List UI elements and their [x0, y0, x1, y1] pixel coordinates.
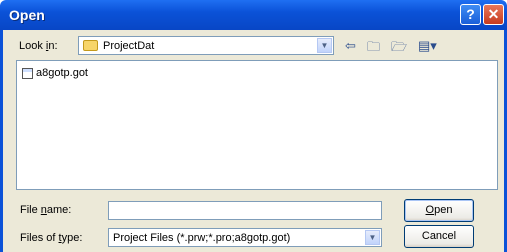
- chevron-down-icon[interactable]: ▼: [365, 230, 380, 245]
- up-folder-icon[interactable]: 🗀: [367, 38, 380, 60]
- close-button[interactable]: ✕: [483, 4, 504, 25]
- file-type-label: Files of type:: [20, 232, 83, 244]
- file-item-name: a8gotp.got: [36, 67, 88, 79]
- list-item[interactable]: a8gotp.got: [22, 67, 88, 81]
- new-folder-icon[interactable]: 🗁: [391, 38, 407, 60]
- view-menu-icon[interactable]: ▤▾: [418, 38, 437, 54]
- look-in-label: Look in:: [19, 40, 58, 52]
- back-arrow-icon[interactable]: ⇦: [345, 38, 356, 54]
- folder-icon: [83, 40, 98, 51]
- cancel-button[interactable]: Cancel: [404, 225, 474, 248]
- look-in-value: ProjectDat: [103, 40, 155, 52]
- file-type-value: Project Files (*.prw;*.pro;a8gotp.got): [113, 232, 291, 244]
- file-type-combo[interactable]: Project Files (*.prw;*.pro;a8gotp.got) ▼: [108, 228, 382, 247]
- help-icon: ?: [466, 6, 475, 22]
- chevron-down-icon[interactable]: ▼: [317, 38, 332, 53]
- close-icon: ✕: [487, 6, 500, 22]
- window-title: Open: [9, 7, 45, 23]
- help-button[interactable]: ?: [460, 4, 481, 25]
- file-list[interactable]: a8gotp.got: [16, 60, 498, 190]
- look-in-combo[interactable]: ProjectDat ▼: [78, 36, 334, 55]
- open-button[interactable]: Open: [404, 199, 474, 222]
- file-name-label: File name:: [20, 204, 72, 216]
- document-icon: [22, 67, 33, 79]
- title-bar: Open ? ✕: [0, 0, 507, 30]
- file-name-input[interactable]: [108, 201, 382, 220]
